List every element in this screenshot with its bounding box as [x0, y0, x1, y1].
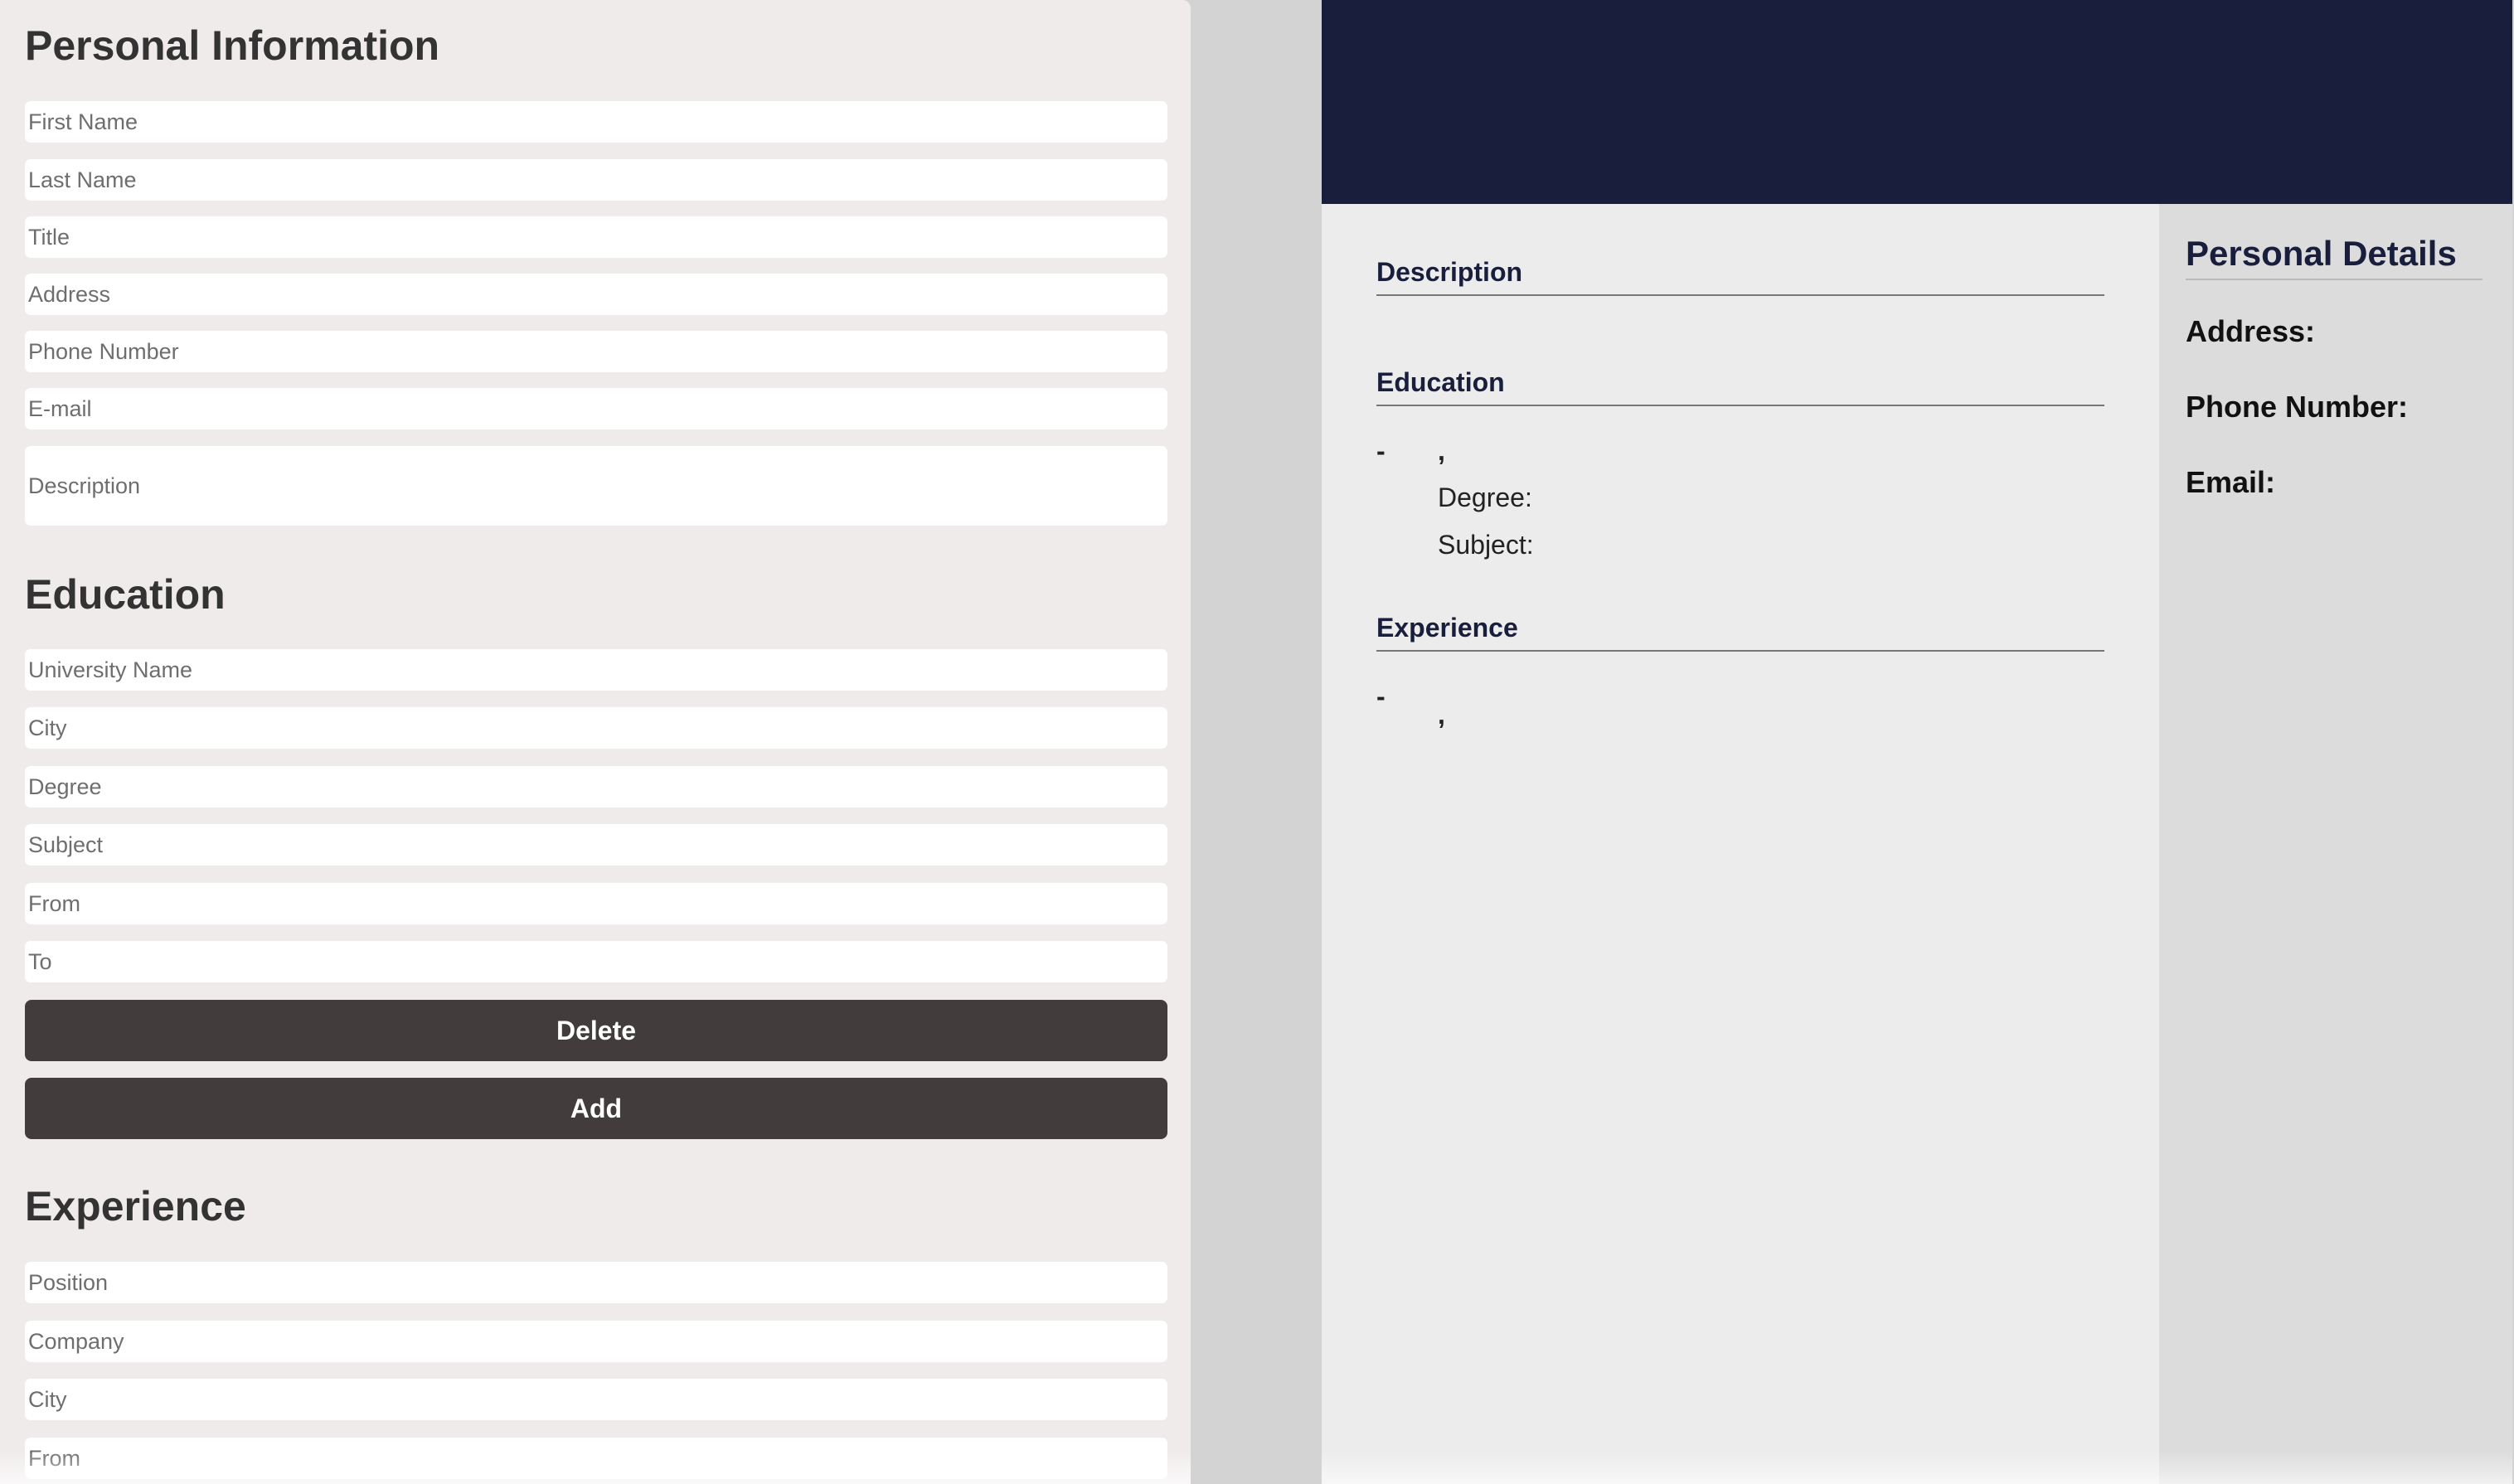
email-label: Email:: [2186, 465, 2276, 499]
cv-header-banner: [1322, 0, 2512, 204]
delete-education-button[interactable]: Delete: [25, 1000, 1167, 1061]
education-degree-label: Degree:: [1438, 483, 1532, 512]
education-section-title: Education: [1376, 367, 2104, 406]
degree-input[interactable]: [25, 766, 1167, 807]
description-textarea[interactable]: [25, 446, 1167, 526]
cv-main-column: Description Education - , Degree: Subjec…: [1322, 204, 2159, 1484]
subject-input[interactable]: [25, 824, 1167, 866]
description-section-title: Description: [1376, 257, 2104, 296]
education-from-input[interactable]: [25, 883, 1167, 924]
experience-entry-dash: -: [1376, 681, 1386, 711]
cv-editor-panel: Personal Information Education Delete Ad…: [0, 0, 1191, 1484]
university-name-input[interactable]: [25, 649, 1167, 691]
first-name-input[interactable]: [25, 101, 1167, 143]
education-subject-label: Subject:: [1438, 530, 1534, 560]
experience-section-title: Experience: [1376, 613, 2104, 652]
address-input[interactable]: [25, 274, 1167, 315]
education-entry-separator: ,: [1438, 436, 1445, 466]
email-input[interactable]: [25, 388, 1167, 429]
education-city-input[interactable]: [25, 707, 1167, 749]
add-education-button[interactable]: Add: [25, 1078, 1167, 1139]
cv-personal-details-sidebar: Personal Details Address: Phone Number: …: [2159, 204, 2512, 1484]
preview-scroll-fade: [1322, 1451, 2512, 1484]
address-label: Address:: [2186, 314, 2316, 348]
company-input[interactable]: [25, 1321, 1167, 1362]
education-entry-dash: -: [1376, 436, 1386, 466]
personal-details-title: Personal Details: [2186, 234, 2482, 280]
experience-entry-separator: ,: [1438, 700, 1445, 730]
education-heading: Education: [25, 571, 226, 618]
last-name-input[interactable]: [25, 159, 1167, 201]
personal-information-heading: Personal Information: [25, 22, 440, 69]
phone-number-input[interactable]: [25, 331, 1167, 372]
title-input[interactable]: [25, 216, 1167, 258]
education-to-input[interactable]: [25, 941, 1167, 982]
position-input[interactable]: [25, 1262, 1167, 1303]
cv-preview: Description Education - , Degree: Subjec…: [1322, 0, 2512, 1484]
phone-number-label: Phone Number:: [2186, 390, 2409, 424]
experience-heading: Experience: [25, 1183, 246, 1229]
scroll-fade: [0, 1451, 1191, 1484]
experience-city-input[interactable]: [25, 1379, 1167, 1420]
